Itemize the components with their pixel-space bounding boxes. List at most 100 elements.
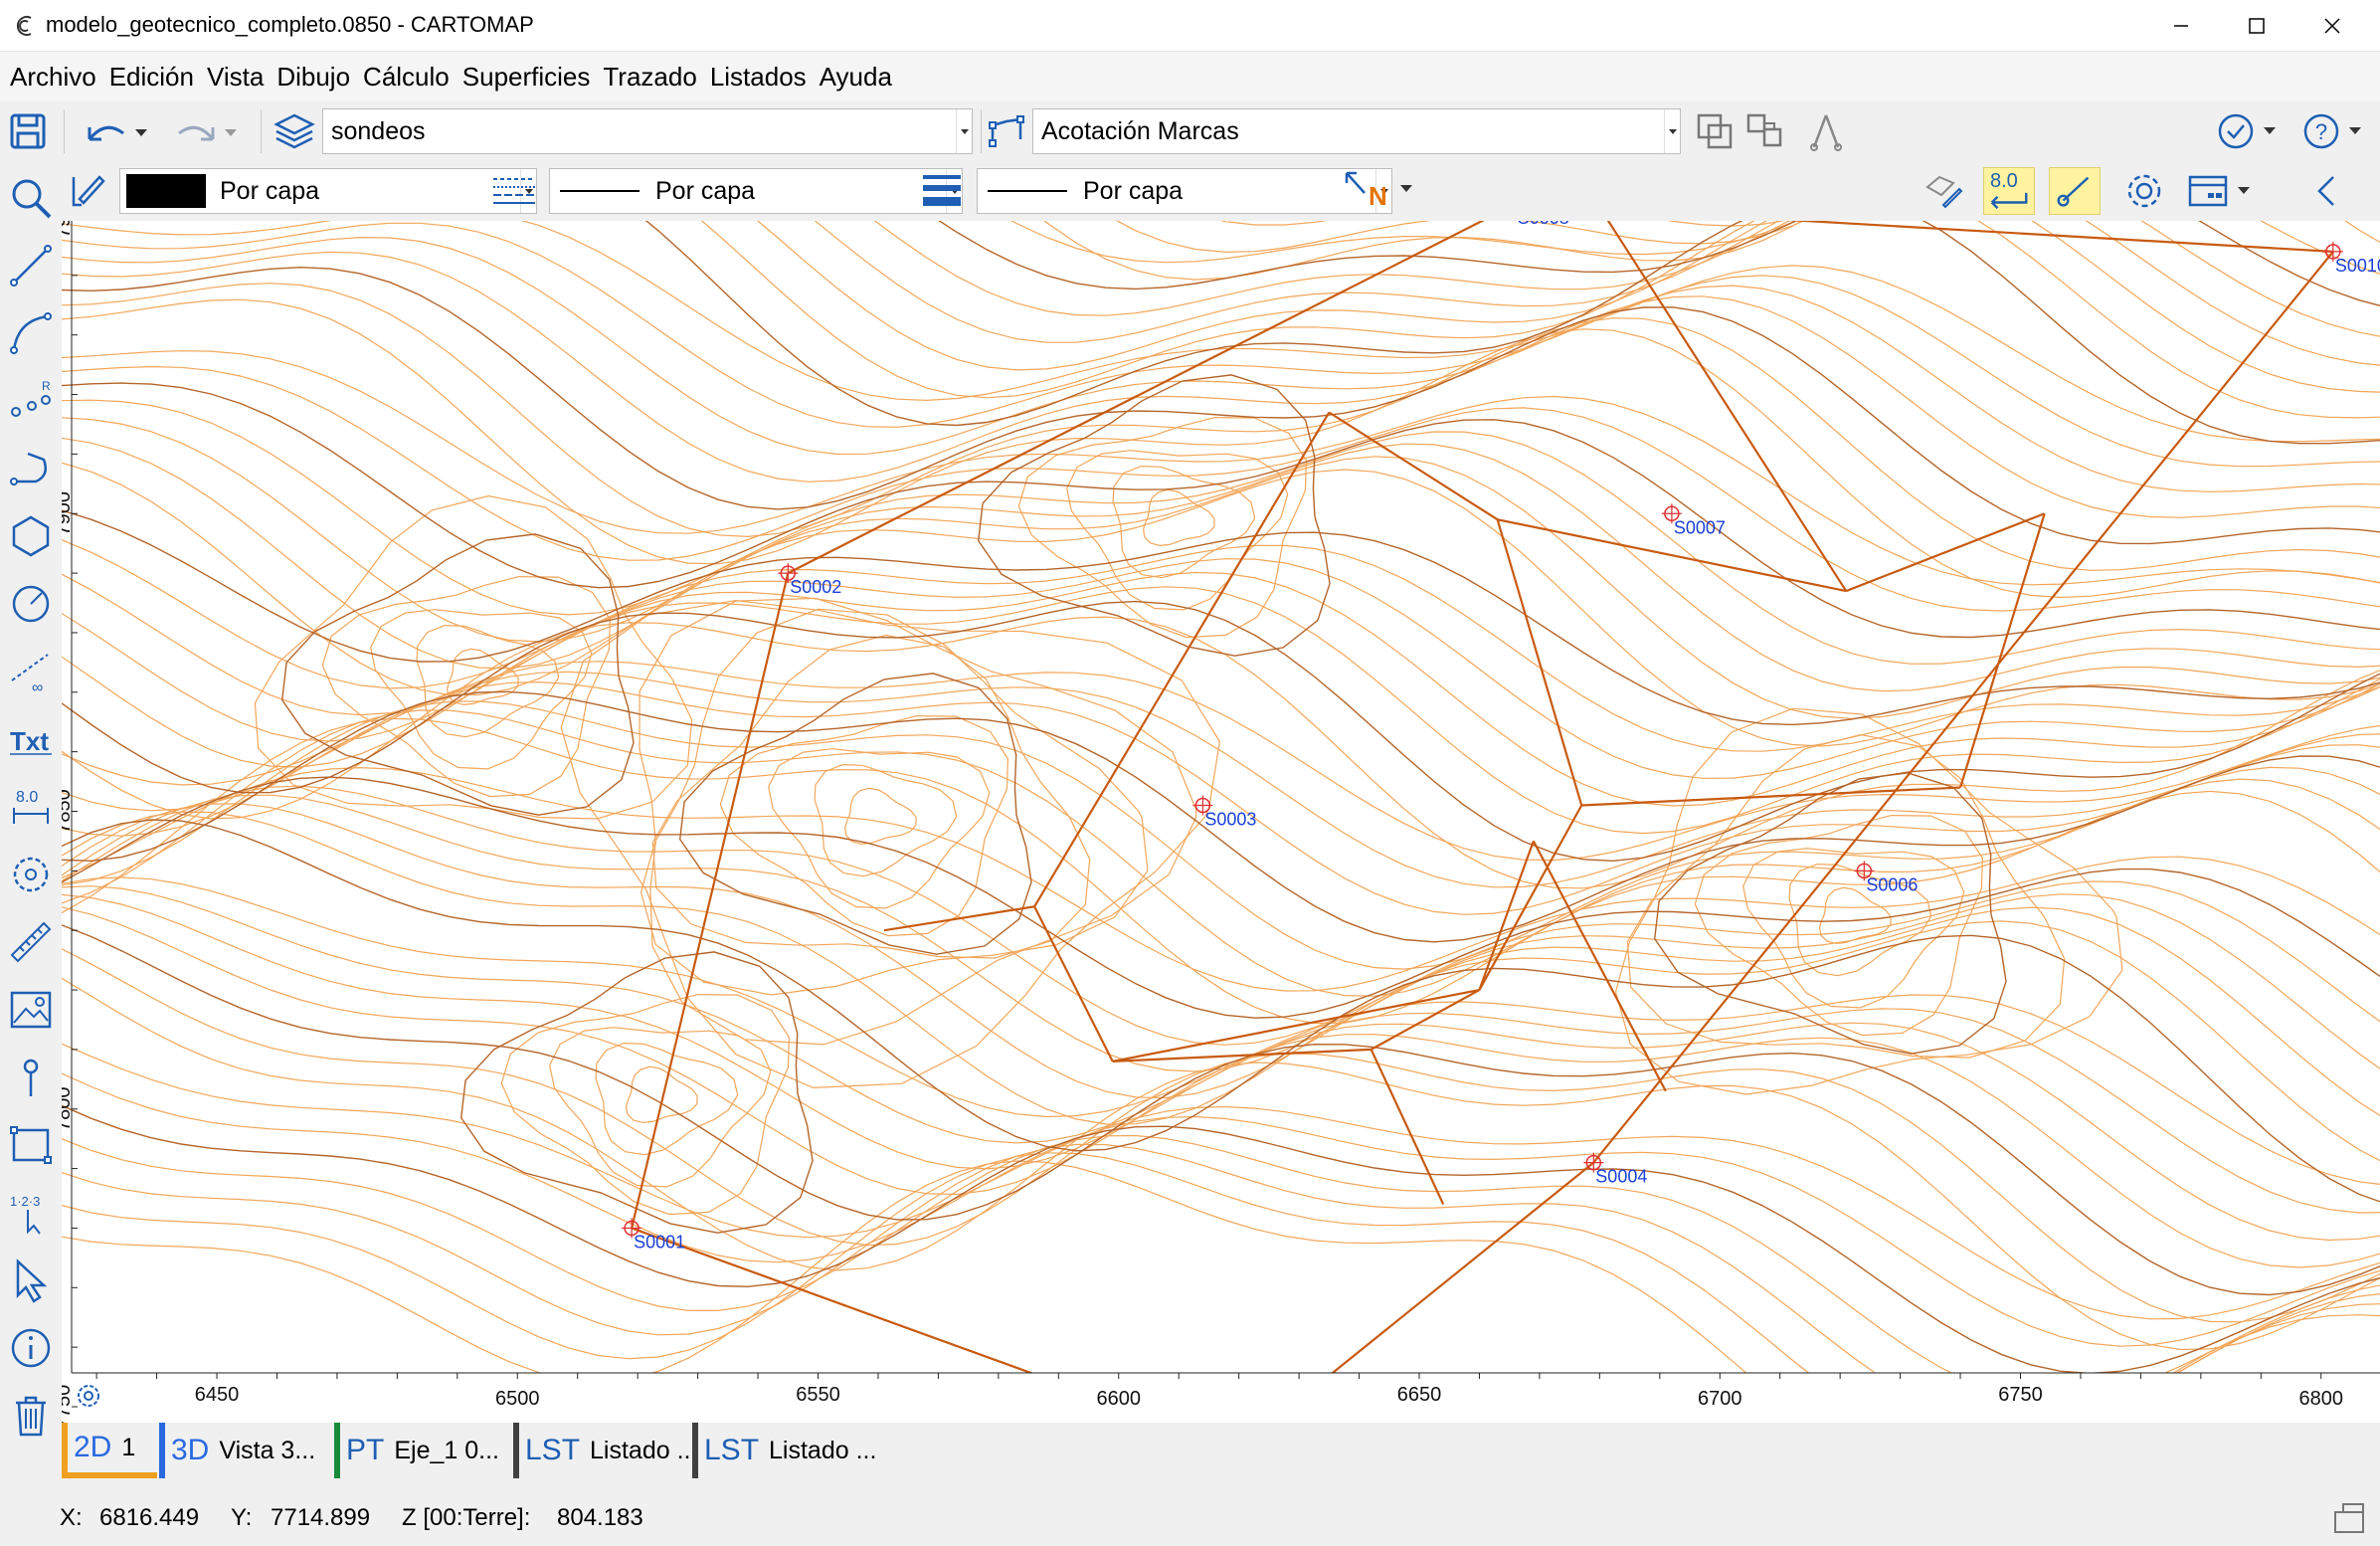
properties-toolbar: Por capa Por capa Por capa N 8.0 xyxy=(62,161,2380,221)
measure-tool-button[interactable] xyxy=(6,917,56,967)
symbol-tool-button[interactable] xyxy=(6,850,56,899)
menu-edicion[interactable]: Edición xyxy=(109,62,194,93)
zoom-button[interactable] xyxy=(6,173,56,223)
info-tool-button[interactable] xyxy=(6,1323,56,1373)
borehole-marker[interactable]: S0007 xyxy=(1661,503,1726,537)
style-select-value: Acotación Marcas xyxy=(1041,116,1239,145)
color-select[interactable]: Por capa xyxy=(119,168,537,214)
close-button[interactable] xyxy=(2294,0,2370,52)
polyline-tool-button[interactable] xyxy=(6,444,56,493)
contour-loop xyxy=(560,599,1221,1089)
gear-icon xyxy=(2127,174,2161,208)
tab-2d[interactable]: 2D 1 xyxy=(62,1423,157,1478)
snap-toggle-button[interactable] xyxy=(2049,167,2101,215)
voronoi-edge xyxy=(1371,989,1480,1051)
borehole-marker[interactable]: S0004 xyxy=(1583,1152,1647,1187)
cartomap-window: modelo_geotecnico_completo.0850 - CARTOM… xyxy=(0,0,2380,1546)
contour-line xyxy=(62,1043,2380,1320)
menu-dibujo[interactable]: Dibujo xyxy=(276,62,350,93)
image-icon xyxy=(10,991,52,1029)
menu-archivo[interactable]: Archivo xyxy=(10,62,96,93)
contour-line xyxy=(62,885,2380,1214)
document-tabs: 2D 1 3D Vista 3... PT Eje_1 0... LST Lis… xyxy=(62,1423,2380,1480)
contour-loop xyxy=(280,533,635,816)
linetype-preview xyxy=(560,190,640,192)
save-button[interactable] xyxy=(6,109,50,153)
points-tool-button[interactable]: R xyxy=(6,376,56,426)
undo-button[interactable] xyxy=(82,111,153,151)
x-tick-label: 6450 xyxy=(195,1384,240,1406)
match-properties-button[interactable] xyxy=(66,169,109,213)
dimension-toggle-button[interactable]: 8.0 xyxy=(1983,167,2035,215)
compass-icon xyxy=(1810,114,1842,151)
chevron-down-icon xyxy=(956,109,972,153)
layers-button[interactable] xyxy=(273,109,316,153)
pin-tool-button[interactable] xyxy=(6,1053,56,1102)
polygon-tool-button[interactable] xyxy=(6,511,56,561)
redo-button[interactable] xyxy=(171,111,243,151)
menu-ayuda[interactable]: Ayuda xyxy=(820,62,892,93)
arc-tool-button[interactable] xyxy=(6,308,56,358)
x-coordinate: 6816.449 xyxy=(99,1504,200,1531)
layer-select[interactable]: sondeos xyxy=(322,108,973,154)
maximize-button[interactable] xyxy=(2219,0,2294,52)
borehole-marker[interactable]: S0003 xyxy=(1192,795,1256,830)
numbering-tool-button[interactable]: 1·2·3 xyxy=(6,1188,56,1238)
borehole-marker[interactable]: S0010 xyxy=(2322,241,2380,276)
borehole-label: S0001 xyxy=(634,1232,685,1252)
delete-tool-button[interactable] xyxy=(6,1391,56,1441)
lineweight-select[interactable]: Por capa xyxy=(977,168,1392,214)
menu-trazado[interactable]: Trazado xyxy=(603,62,696,93)
help-button[interactable]: ? xyxy=(2301,109,2365,153)
rectangle-tool-button[interactable] xyxy=(6,1120,56,1170)
borehole-label: S0004 xyxy=(1595,1167,1647,1187)
image-tool-button[interactable] xyxy=(6,985,56,1035)
menu-superficies[interactable]: Superficies xyxy=(462,62,591,93)
infinite-line-tool-button[interactable]: ∞ xyxy=(6,647,56,696)
line-tool-button[interactable] xyxy=(6,241,56,290)
tab-lst-2[interactable]: LST Listado ... xyxy=(692,1423,927,1478)
map-drawing[interactable]: S0001S0002S0003S0004S0005S0006S0007S0008… xyxy=(62,221,2380,1423)
contour-line xyxy=(62,803,2380,1117)
borehole-marker[interactable]: S0006 xyxy=(1854,861,1918,894)
linetype-button[interactable] xyxy=(489,169,539,213)
menu-listados[interactable]: Listados xyxy=(710,62,807,93)
info-icon xyxy=(11,1328,51,1368)
menu-calculo[interactable]: Cálculo xyxy=(363,62,450,93)
linetype-select[interactable]: Por capa xyxy=(549,168,963,214)
borehole-marker[interactable]: S0008 xyxy=(1506,221,1569,228)
copy-button[interactable] xyxy=(1693,109,1737,153)
measure-button[interactable] xyxy=(1804,109,1848,153)
contour-line xyxy=(62,221,2380,443)
voronoi-edge xyxy=(1033,905,1114,1063)
collapse-panel-button[interactable] xyxy=(2305,169,2349,213)
settings-button[interactable] xyxy=(2120,169,2168,213)
borehole-marker[interactable]: S0001 xyxy=(622,1218,685,1252)
map-canvas[interactable]: S0001S0002S0003S0004S0005S0006S0007S0008… xyxy=(62,221,2380,1423)
color-swatch xyxy=(126,174,206,208)
style-button[interactable] xyxy=(985,109,1028,153)
borehole-label: S0007 xyxy=(1674,517,1726,537)
resize-grip-icon[interactable] xyxy=(2329,1498,2369,1538)
view-options-button[interactable] xyxy=(2186,169,2258,213)
main-toolbar: sondeos Acotación Marcas ? xyxy=(0,101,2380,161)
svg-text:?: ? xyxy=(2315,119,2327,144)
paste-button[interactable] xyxy=(1742,109,1786,153)
linetype-icon xyxy=(493,178,535,204)
select-tool-button[interactable] xyxy=(6,1256,56,1305)
north-orientation-button[interactable]: N xyxy=(1341,167,1416,215)
minimize-button[interactable] xyxy=(2143,0,2219,52)
style-select[interactable]: Acotación Marcas xyxy=(1032,108,1681,154)
edit-surface-button[interactable] xyxy=(1922,169,1965,213)
lineweight-button[interactable] xyxy=(917,169,967,213)
borehole-marker[interactable]: S0002 xyxy=(778,563,841,597)
contour-line xyxy=(1010,221,2380,275)
text-tool-button[interactable]: Txt xyxy=(6,714,56,764)
circle-tool-button[interactable] xyxy=(6,579,56,629)
app-logo-icon xyxy=(16,16,32,36)
contour-line xyxy=(62,1134,2380,1402)
menu-vista[interactable]: Vista xyxy=(207,62,264,93)
dimension-tool-button[interactable]: 8.0 xyxy=(6,782,56,832)
validate-button[interactable] xyxy=(2216,109,2280,153)
check-circle-icon xyxy=(2218,113,2276,149)
